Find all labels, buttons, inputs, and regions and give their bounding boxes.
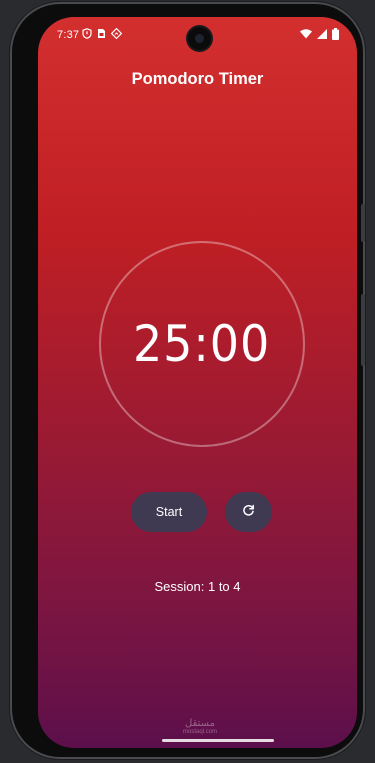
sim-card-icon <box>97 28 106 42</box>
session-text: Session: 1 to 4 <box>154 579 241 594</box>
status-left-icons <box>82 27 123 42</box>
status-time: 7:37 <box>57 29 80 41</box>
timer-display: 25:00 <box>133 315 271 373</box>
start-button[interactable]: Start <box>131 492 207 532</box>
signal-icon <box>317 29 327 42</box>
location-diamond-icon <box>110 27 123 42</box>
watermark-logo: مستقل mostaql.com <box>175 719 225 736</box>
app-title: Pomodoro Timer <box>131 70 264 88</box>
shield-icon <box>82 28 92 42</box>
home-indicator[interactable] <box>162 739 274 742</box>
timer-ring: 25:00 <box>99 241 305 447</box>
volume-button <box>361 204 365 242</box>
power-button <box>361 294 365 366</box>
refresh-icon <box>242 504 255 520</box>
status-bar: 7:37 <box>38 17 357 53</box>
app-screen: 7:37 Pomodoro Timer 25:00 Start Session:… <box>38 17 357 748</box>
front-camera <box>188 27 211 50</box>
status-right-icons <box>300 28 339 43</box>
battery-icon <box>332 28 339 43</box>
phone-frame: 7:37 Pomodoro Timer 25:00 Start Session:… <box>10 2 365 759</box>
reset-button[interactable] <box>225 492 272 532</box>
wifi-icon <box>300 29 312 42</box>
watermark-main: مستقل <box>185 718 215 729</box>
watermark-sub: mostaql.com <box>182 729 217 735</box>
